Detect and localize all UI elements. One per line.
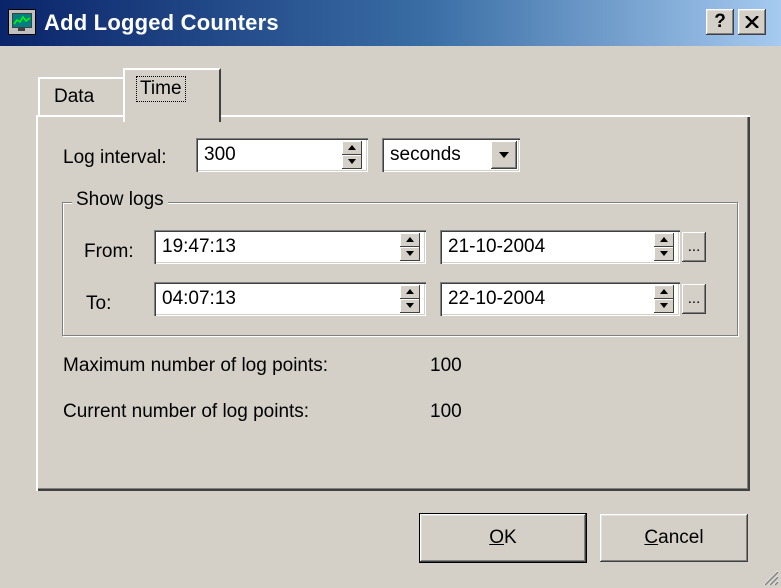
- spin-down-icon[interactable]: [400, 247, 420, 261]
- spin-up-icon[interactable]: [400, 285, 420, 299]
- current-log-points-value: 100: [430, 401, 462, 422]
- from-date-value: 21-10-2004: [448, 236, 546, 257]
- spin-down-icon[interactable]: [654, 299, 674, 313]
- max-log-points-value: 100: [430, 355, 462, 376]
- panel-content: Log interval: 300 seconds Show logs From…: [0, 0, 781, 588]
- to-date-picker-button[interactable]: ...: [682, 284, 706, 314]
- from-time-input[interactable]: 19:47:13: [154, 230, 426, 264]
- from-label: From:: [84, 241, 134, 262]
- max-log-points-label: Maximum number of log points:: [63, 355, 329, 376]
- from-date-spinner[interactable]: [654, 233, 674, 261]
- interval-unit-value: seconds: [390, 144, 461, 165]
- to-time-spinner[interactable]: [400, 285, 420, 313]
- spin-down-icon[interactable]: [342, 155, 362, 169]
- chevron-down-icon[interactable]: [491, 141, 517, 169]
- interval-unit-select[interactable]: seconds: [382, 138, 520, 172]
- spin-up-icon[interactable]: [400, 233, 420, 247]
- show-logs-title: Show logs: [72, 189, 168, 211]
- from-date-picker-button[interactable]: ...: [682, 232, 706, 262]
- add-logged-counters-dialog: Add Logged Counters ? Data Time Log inte…: [0, 0, 781, 588]
- to-time-input[interactable]: 04:07:13: [154, 282, 426, 316]
- spin-down-icon[interactable]: [400, 299, 420, 313]
- log-interval-label: Log interval:: [63, 147, 167, 168]
- to-date-spinner[interactable]: [654, 285, 674, 313]
- from-time-spinner[interactable]: [400, 233, 420, 261]
- log-interval-input[interactable]: 300: [196, 138, 368, 172]
- to-date-value: 22-10-2004: [448, 288, 546, 309]
- spin-down-icon[interactable]: [654, 247, 674, 261]
- current-log-points-label: Current number of log points:: [63, 401, 310, 422]
- from-date-input[interactable]: 21-10-2004: [440, 230, 680, 264]
- log-interval-spinner[interactable]: [342, 141, 362, 169]
- spin-up-icon[interactable]: [654, 285, 674, 299]
- to-label: To:: [86, 293, 112, 314]
- spin-up-icon[interactable]: [654, 233, 674, 247]
- to-time-value: 04:07:13: [162, 288, 236, 309]
- spin-up-icon[interactable]: [342, 141, 362, 155]
- log-interval-value: 300: [204, 144, 236, 165]
- from-time-value: 19:47:13: [162, 236, 236, 257]
- to-date-input[interactable]: 22-10-2004: [440, 282, 680, 316]
